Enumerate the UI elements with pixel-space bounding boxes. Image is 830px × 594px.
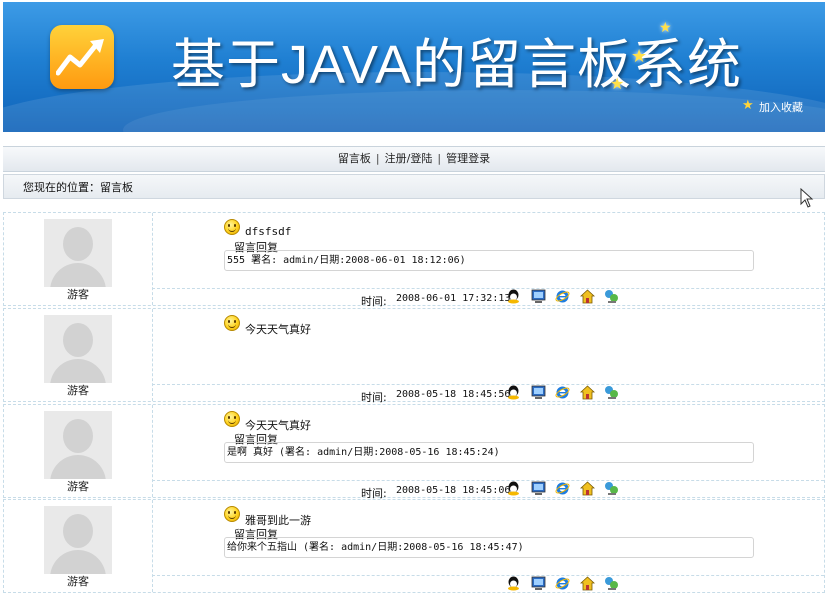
qq-icon[interactable] [506,385,521,400]
message-content: 今天天气真好 [245,323,311,336]
avatar [44,506,112,574]
computer-icon[interactable] [531,289,546,304]
author-name: 游客 [67,575,89,588]
home-icon[interactable] [580,385,595,400]
ie-icon[interactable] [555,481,570,496]
nav-admin-login[interactable]: 管理登录 [446,152,490,165]
avatar [44,315,112,383]
breadcrumb: 您现在的位置：留言板 [3,174,825,199]
message-author-panel: 游客 [4,213,153,305]
ie-icon[interactable] [555,289,570,304]
smiley-icon [224,219,240,235]
top-navigation: 留言板 | 注册/登陆 | 管理登录 [3,146,825,172]
reply-content: 给你来个五指山 (署名: admin/日期:2008-05-16 18:45:4… [224,537,754,558]
computer-icon[interactable] [531,576,546,591]
message-author-panel: 游客 [4,309,153,401]
bookmark-link[interactable]: 加入收藏 [759,99,803,115]
computer-icon[interactable] [531,385,546,400]
ie-icon[interactable] [555,385,570,400]
nav-guestbook[interactable]: 留言板 [338,152,371,165]
header-banner: 基于JAVA的留言板系统 ★ ★ ★ ★ 加入收藏 [3,2,825,132]
breadcrumb-prefix: 您现在的位置： [23,181,100,194]
message-row: 游客 今天天气真好 留言回复 是啊 真好 (署名: admin/日期:2008-… [3,404,825,500]
sparkle-star-icon: ★ [631,46,648,67]
smiley-icon [224,411,240,427]
qq-icon[interactable] [506,576,521,591]
site-title: 基于JAVA的留言板系统 [171,35,743,95]
bookmark-star-icon: ★ [742,98,754,113]
message-time: 2008-05-18 18:45:56 [396,389,511,400]
nav-register-login[interactable]: 注册/登陆 [385,152,433,165]
sparkle-star-icon: ★ [659,20,672,36]
author-name: 游客 [67,288,89,301]
author-name: 游客 [67,480,89,493]
nav-separator: | [375,152,380,165]
reply-content: 555 署名: admin/日期:2008-06-01 18:12:06) [224,250,754,271]
avatar [44,219,112,287]
message-content: dfsfsdf [245,225,292,238]
sparkle-star-icon: ★ [610,74,625,93]
message-time: 2008-06-01 17:32:13 [396,293,511,304]
time-label: 时间: [361,295,387,308]
author-name: 游客 [67,384,89,397]
network-icon[interactable] [604,385,619,400]
message-row: 游客 dfsfsdf 留言回复 555 署名: admin/日期:2008-06… [3,212,825,308]
network-icon[interactable] [604,481,619,496]
message-author-panel: 游客 [4,500,153,592]
smiley-icon [224,506,240,522]
network-icon[interactable] [604,576,619,591]
chart-logo-icon [50,25,114,89]
qq-icon[interactable] [506,481,521,496]
avatar [44,411,112,479]
breadcrumb-current: 留言板 [100,181,133,194]
qq-icon[interactable] [506,289,521,304]
reply-content: 是啊 真好 (署名: admin/日期:2008-05-16 18:45:24) [224,442,754,463]
network-icon[interactable] [604,289,619,304]
message-row: 游客 雅哥到此一游 留言回复 给你来个五指山 (署名: admin/日期:200… [3,499,825,593]
computer-icon[interactable] [531,481,546,496]
message-author-panel: 游客 [4,405,153,497]
home-icon[interactable] [580,576,595,591]
mouse-cursor-icon [800,188,814,208]
smiley-icon [224,315,240,331]
message-time: 2008-05-18 18:45:06 [396,485,511,496]
home-icon[interactable] [580,481,595,496]
ie-icon[interactable] [555,576,570,591]
home-icon[interactable] [580,289,595,304]
message-row: 游客 今天天气真好 时间: 2008-05-18 18:45:56 [3,308,825,404]
time-label: 时间: [361,391,387,404]
nav-separator: | [437,152,442,165]
